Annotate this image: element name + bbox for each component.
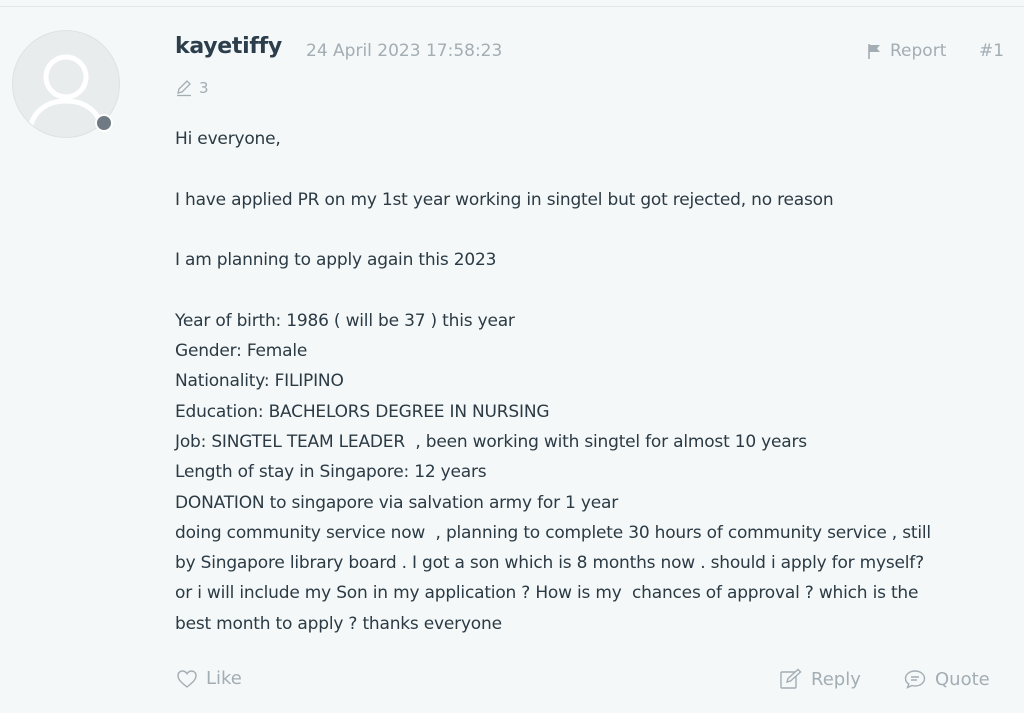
heart-icon xyxy=(176,669,198,689)
post-number-link[interactable]: #1 xyxy=(979,41,1004,61)
post-body-line: I have applied PR on my 1st year working… xyxy=(175,189,834,210)
reply-label: Reply xyxy=(811,668,861,690)
post-body-line: Gender: Female xyxy=(175,341,308,362)
post-body-line: or i will include my Son in my applicati… xyxy=(175,583,919,604)
like-label: Like xyxy=(206,668,242,689)
reply-button[interactable]: Reply xyxy=(779,668,861,690)
post-body-line: Length of stay in Singapore: 12 years xyxy=(175,462,487,483)
speech-bubble-icon xyxy=(903,668,927,690)
post-body-line: best month to apply ? thanks everyone xyxy=(175,613,502,634)
post-body-line: DONATION to singapore via salvation army… xyxy=(175,492,619,513)
quote-button[interactable]: Quote xyxy=(903,668,990,690)
post-body-line: by Singapore library board . I got a son… xyxy=(175,553,924,574)
report-label: Report xyxy=(890,41,947,61)
like-button[interactable]: Like xyxy=(176,668,242,689)
edit-count: 3 xyxy=(199,79,209,97)
post-timestamp[interactable]: 24 April 2023 17:58:23 xyxy=(306,41,502,61)
post-body-line: Year of birth: 1986 ( will be 37 ) this … xyxy=(175,310,515,331)
online-status-dot xyxy=(95,114,113,132)
post-body-line: Job: SINGTEL TEAM LEADER , been working … xyxy=(175,431,807,452)
post-body: Hi everyone, I have applied PR on my 1st … xyxy=(175,124,1005,639)
edit-count-indicator[interactable]: 3 xyxy=(175,79,209,97)
reply-edit-icon xyxy=(779,668,803,690)
flag-icon xyxy=(866,42,884,60)
quote-label: Quote xyxy=(935,668,990,690)
post-body-line: Nationality: FILIPINO xyxy=(175,371,344,392)
pencil-icon xyxy=(175,79,193,97)
post-body-line: doing community service now , planning t… xyxy=(175,522,931,543)
post-body-line: Hi everyone, xyxy=(175,129,281,149)
username[interactable]: kayetiffy xyxy=(175,34,282,59)
post-body-line: I am planning to apply again this 2023 xyxy=(175,250,497,271)
report-button[interactable]: Report xyxy=(866,41,946,61)
post-body-line: Education: BACHELORS DEGREE IN NURSING xyxy=(175,401,550,422)
top-divider xyxy=(0,6,1024,7)
